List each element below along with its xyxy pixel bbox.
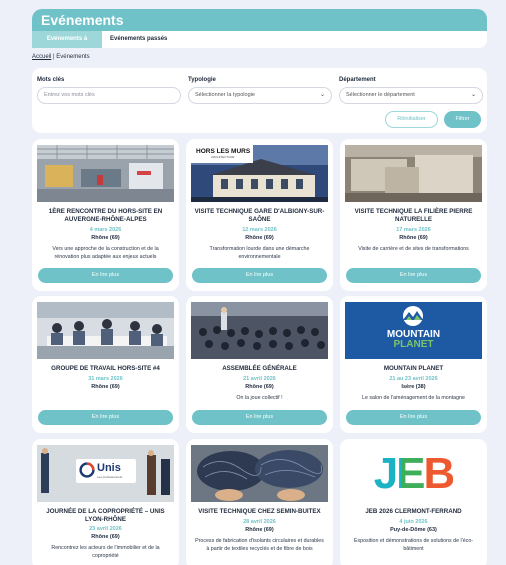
event-tabs: Evénements à venir Evénements passés [32,31,487,59]
filters-panel: Mots clés Entrez vos mots clés Typologie… [32,68,487,133]
reset-button[interactable]: Réinitialiser [385,111,438,128]
departement-label: Département [339,77,376,83]
jeb-logo-text: JEB [373,449,456,498]
event-date: 28 avril 2026 [243,519,276,525]
event-date: 23 avril 2026 [89,526,122,532]
event-image-textile [191,445,328,502]
filter-button[interactable]: Filtrer [444,111,481,128]
tab-upcoming-events[interactable]: Evénements à venir [32,31,102,59]
event-date: 21 au 23 avril 2026 [389,376,438,382]
logo-text: HORS LES MURS [196,148,251,155]
page-header: Evénements [32,9,487,31]
event-location: Rhône (69) [399,235,428,241]
event-image-stone [345,145,482,202]
departement-selected-value: Sélectionner le département [346,92,415,98]
event-description: On la joue collectif ! [236,395,283,401]
typologie-select[interactable]: Sélectionner la typologie ⌄ [188,87,332,104]
unis-logo-mark [79,462,95,478]
event-card: VISITE TECHNIQUE LA FILIÈRE PIERRE NATUR… [340,139,487,291]
unis-logo: Unis Les professionnels [76,459,136,483]
hors-les-murs-logo: HORS LES MURS ARCHITECTURE [191,145,253,163]
event-image-meeting [37,302,174,359]
breadcrumb-home-link[interactable]: Accueil [32,54,51,60]
logo-subtext: ARCHITECTURE [211,155,235,159]
event-date: 31 mars 2026 [88,376,123,382]
unis-logo-text: Unis [97,462,121,474]
event-description: Visite de carrière et de sites de transf… [358,246,469,252]
event-image-factory [37,145,174,202]
event-location: Rhône (69) [245,527,274,533]
departement-select[interactable]: Sélectionner le département ⌄ [339,87,483,104]
keywords-placeholder: Entrez vos mots clés [44,92,95,98]
event-location: Rhône (69) [91,384,120,390]
event-description: Le salon de l'aménagement de la montagne [362,395,465,401]
typologie-label: Typologie [188,77,216,83]
read-more-button[interactable]: En lire plus [192,268,327,283]
event-location: Rhône (69) [91,235,120,241]
event-date: 17 mars 2026 [396,227,431,233]
mountain-logo-text-2: PLANET [393,339,434,350]
event-location: Rhône (69) [91,534,120,540]
event-image-jeb: JEB [345,445,482,502]
keywords-group: Mots clés Entrez vos mots clés [37,77,181,104]
event-title: VISITE TECHNIQUE LA FILIÈRE PIERRE NATUR… [354,208,473,223]
typologie-group: Typologie Sélectionner la typologie ⌄ [188,77,332,104]
read-more-button[interactable]: En lire plus [38,410,173,425]
event-title: 1ÈRE RENCONTRE DU HORS-SITE EN AUVERGNE-… [48,208,163,223]
departement-group: Département Sélectionner le département … [339,77,483,104]
event-image-assembly [191,302,328,359]
event-card: ASSEMBLÉE GÉNÉRALE 21 avril 2026 Rhône (… [186,296,333,433]
event-title: JEB 2026 CLERMONT-FERRAND [365,508,462,515]
event-date: 21 avril 2026 [243,376,276,382]
event-description: Rencontrez les acteurs de l'immobilier e… [51,545,160,559]
breadcrumb: Accueil | Evénements [32,54,90,60]
event-card: MOUNTAIN PLANET MOUNTAIN PLANET 21 au 23… [340,296,487,433]
event-title: GROUPE DE TRAVAIL HORS-SITE #4 [51,365,160,372]
event-card: GROUPE DE TRAVAIL HORS-SITE #4 31 mars 2… [32,296,179,433]
read-more-button[interactable]: En lire plus [38,268,173,283]
event-description: Vers une approche de la construction et … [52,246,159,260]
event-title: JOURNÉE DE LA COPROPRIÉTÉ – UNIS LYON-RH… [46,508,165,523]
jeb-logo: JEB [345,449,482,499]
event-description: Exposition et démonstrations de solution… [353,538,474,552]
unis-logo-subtext: Les professionnels [97,475,123,479]
event-title: ASSEMBLÉE GÉNÉRALE [222,365,297,372]
page-title: Evénements [41,12,124,28]
event-title: VISITE TECHNIQUE CHEZ SEMIN-BUITEX [198,508,321,515]
read-more-button[interactable]: En lire plus [192,410,327,425]
chevron-down-icon: ⌄ [470,92,476,98]
event-card: VISITE TECHNIQUE CHEZ SEMIN-BUITEX 28 av… [186,439,333,565]
event-description: Process de fabrication d'isolants circul… [195,538,324,552]
event-location: Rhône (69) [245,235,274,241]
breadcrumb-current: Evénements [56,54,90,60]
typologie-selected-value: Sélectionner la typologie [195,92,255,98]
event-description: Transformation lourde dans une démarche … [209,246,310,260]
event-card: Unis Les professionnels JOURNÉE DE LA CO… [32,439,179,565]
event-location: Puy-de-Dôme (63) [390,527,437,533]
keywords-input[interactable]: Entrez vos mots clés [37,87,181,104]
event-date: 4 juin 2026 [399,519,428,525]
event-card: 1ÈRE RENCONTRE DU HORS-SITE EN AUVERGNE-… [32,139,179,291]
tab-past-events[interactable]: Evénements passés [102,31,175,48]
event-image-mountain-planet: MOUNTAIN PLANET [345,302,482,359]
event-location: Rhône (69) [245,384,274,390]
event-card: HORS LES MURS ARCHITECTURE VISITE TECHNI… [186,139,333,291]
event-date: 12 mars 2026 [242,227,277,233]
keywords-label: Mots clés [37,77,65,83]
event-title: VISITE TECHNIQUE GARE D'ALBIGNY-SUR-SAÔN… [194,208,325,223]
read-more-button[interactable]: En lire plus [346,268,481,283]
read-more-button[interactable]: En lire plus [346,410,481,425]
event-date: 4 mars 2026 [89,227,122,233]
event-title: MOUNTAIN PLANET [383,365,444,372]
event-card: JEB JEB 2026 CLERMONT-FERRAND 4 juin 202… [340,439,487,565]
event-location: Isère (38) [401,384,426,390]
chevron-down-icon: ⌄ [319,92,325,98]
